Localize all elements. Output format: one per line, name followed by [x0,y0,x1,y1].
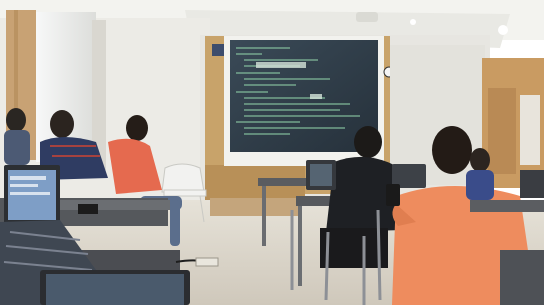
desk-leg [262,186,266,246]
screen-highlight [310,94,322,99]
laptop-center [306,160,336,190]
screen-highlight [256,62,306,68]
door [488,88,516,174]
desk-right [470,200,544,212]
laptop-front [40,270,190,305]
power-extension [195,257,219,267]
phone-in-hand [386,184,400,206]
desk [258,178,306,186]
speaker [212,44,226,56]
classroom-photo [0,0,544,305]
stage [210,198,300,216]
desk-right-front [500,250,544,305]
ceiling-light [498,25,508,35]
laptop-left [4,165,60,225]
laptop-far-right [520,170,544,198]
desk-middle-leg [298,206,302,286]
ceiling-light [410,19,416,25]
door-window [520,95,540,165]
ceiling-fixture [356,12,378,22]
desk-left-top [60,200,170,210]
photo-canvas [0,0,544,305]
phone-on-desk [78,204,98,214]
